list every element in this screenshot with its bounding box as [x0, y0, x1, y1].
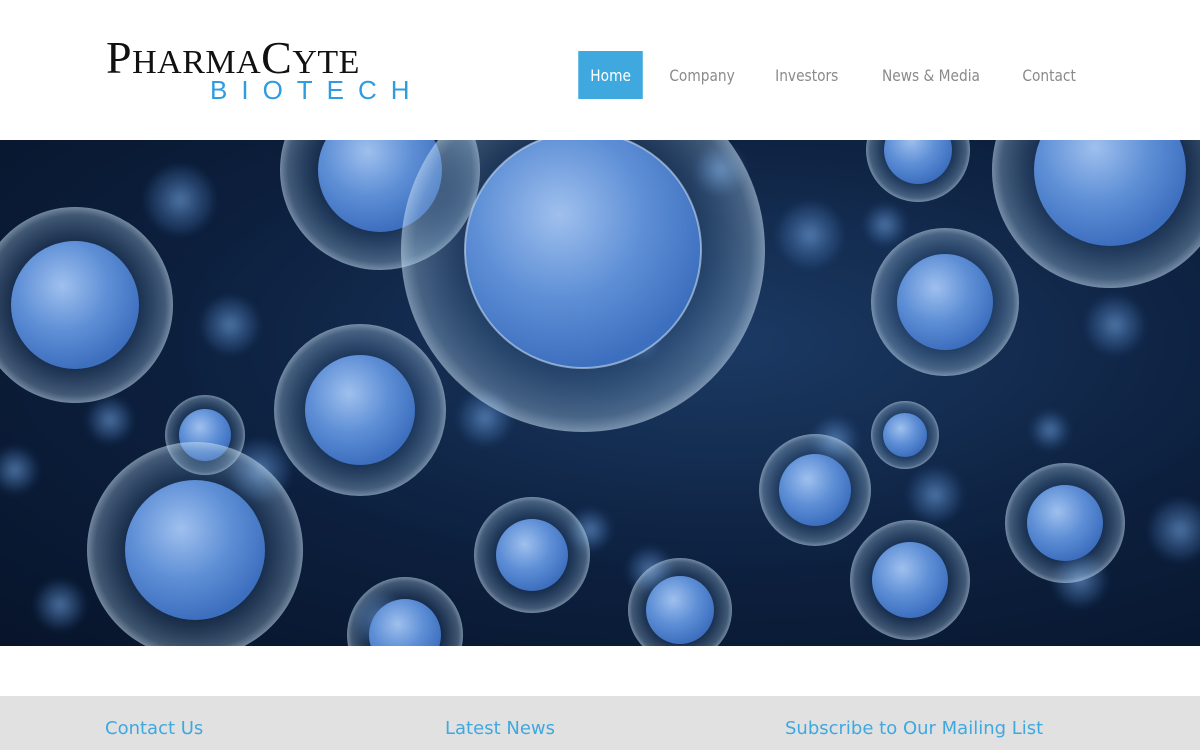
nav-item-company[interactable]: Company [657, 51, 747, 99]
footer-heading-subscribe[interactable]: Subscribe to Our Mailing List [785, 718, 1043, 739]
site-footer: Contact Us Latest News Subscribe to Our … [0, 696, 1200, 750]
logo-subtitle: BIOTECH [210, 75, 424, 105]
nav-item-news-media[interactable]: News & Media [870, 51, 992, 99]
pharmacyte-logo[interactable]: PHARMACYTE BIOTECH [106, 35, 436, 106]
nav-item-home[interactable]: Home [578, 51, 643, 99]
site-header: PHARMACYTE BIOTECH Home Company Investor… [0, 0, 1200, 140]
footer-heading-contact-us[interactable]: Contact Us [105, 718, 203, 739]
nav-item-investors[interactable]: Investors [763, 51, 850, 99]
main-nav: Home Company Investors News & Media Cont… [571, 51, 1094, 99]
cells-illustration [0, 140, 1200, 646]
footer-heading-latest-news[interactable]: Latest News [445, 718, 555, 739]
nav-item-contact[interactable]: Contact [1010, 51, 1088, 99]
hero-banner-image [0, 140, 1200, 646]
